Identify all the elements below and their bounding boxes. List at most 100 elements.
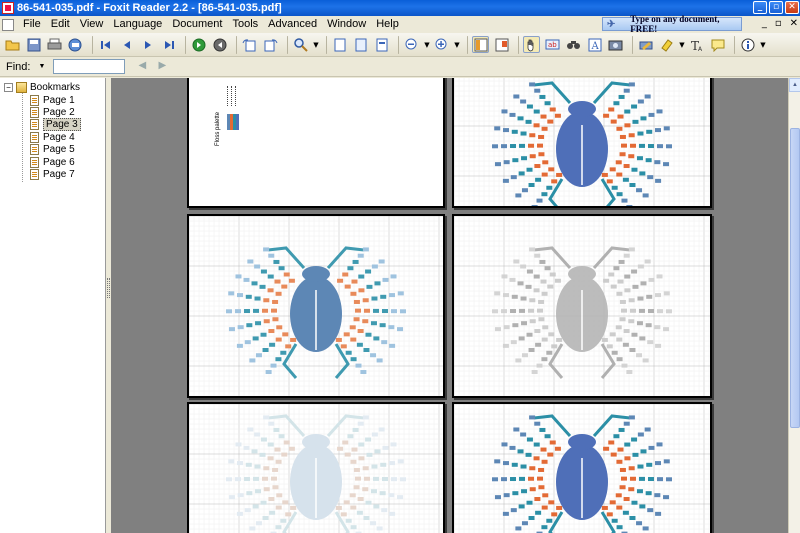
- text-tool-icon[interactable]: TA: [688, 36, 705, 53]
- palette-heading: Floss palette: [215, 111, 221, 146]
- next-page-icon[interactable]: [139, 36, 156, 53]
- zoom-in-icon[interactable]: [433, 36, 450, 53]
- find-previous-icon[interactable]: ◀: [135, 60, 149, 74]
- menu-file[interactable]: File: [18, 16, 46, 33]
- menu-language[interactable]: Language: [108, 16, 167, 33]
- highlight-dropdown-arrow[interactable]: ▼: [679, 36, 685, 53]
- splitter-grip[interactable]: [107, 278, 110, 298]
- bookmark-label: Page 2: [43, 107, 75, 119]
- pen-tool-icon[interactable]: [637, 36, 654, 53]
- find-options-dropdown[interactable]: ▼: [38, 63, 45, 70]
- previous-page-icon[interactable]: [118, 36, 135, 53]
- find-text-icon[interactable]: [565, 36, 582, 53]
- palette-swatches: [227, 86, 241, 138]
- scroll-thumb[interactable]: [790, 128, 800, 428]
- foxit-app-icon[interactable]: [2, 2, 14, 14]
- maximize-button[interactable]: ▫: [769, 1, 783, 14]
- menu-advanced[interactable]: Advanced: [263, 16, 322, 33]
- bookmark-page-4[interactable]: Page 4: [30, 131, 81, 143]
- print-icon[interactable]: [46, 36, 63, 53]
- info-icon[interactable]: [739, 36, 756, 53]
- pdf-page-chart-4: [187, 402, 445, 533]
- find-next-icon[interactable]: ▶: [155, 60, 169, 74]
- actual-size-icon[interactable]: [331, 36, 348, 53]
- select-text-icon[interactable]: ab: [544, 36, 561, 53]
- last-page-icon[interactable]: [160, 36, 177, 53]
- email-icon[interactable]: [67, 36, 84, 53]
- zoom-icon[interactable]: [292, 36, 309, 53]
- rotate-right-icon[interactable]: [262, 36, 279, 53]
- toolbar-separator: [467, 35, 468, 54]
- bookmarks-panel: − Bookmarks Page 1 Page 2 Page 3 Page 4 …: [0, 78, 106, 533]
- bookmark-list: Page 1 Page 2 Page 3 Page 4 Page 5 Page …: [30, 94, 81, 181]
- note-tool-icon[interactable]: [709, 36, 726, 53]
- go-forward-icon[interactable]: [190, 36, 207, 53]
- menu-document[interactable]: Document: [167, 16, 227, 33]
- bookmark-label: Page 6: [43, 156, 75, 168]
- toolbar-separator: [92, 35, 93, 54]
- zoom-out-icon[interactable]: [403, 36, 420, 53]
- pdf-page-chart-1: [452, 78, 712, 208]
- close-button[interactable]: ✕: [785, 1, 799, 14]
- bookmark-page-5[interactable]: Page 5: [30, 144, 81, 156]
- vertical-scrollbar[interactable]: ▲: [788, 78, 800, 533]
- bookmarks-panel-icon[interactable]: [472, 36, 489, 53]
- page-bookmark-icon: [30, 169, 39, 181]
- document-icon[interactable]: [2, 18, 14, 31]
- bookmarks-root[interactable]: − Bookmarks: [4, 82, 80, 93]
- pdf-page-chart-3: [452, 214, 712, 398]
- mdi-restore-button[interactable]: ▫: [775, 18, 782, 29]
- info-dropdown-arrow[interactable]: ▼: [760, 36, 766, 53]
- zoom-in-dropdown-arrow[interactable]: ▼: [454, 36, 460, 53]
- page-bookmark-icon: [30, 107, 39, 119]
- svg-text:ab: ab: [548, 41, 557, 49]
- menu-edit[interactable]: Edit: [46, 16, 75, 33]
- hand-tool-icon[interactable]: [523, 36, 540, 53]
- first-page-icon[interactable]: [97, 36, 114, 53]
- svg-text:A: A: [698, 46, 703, 52]
- document-view[interactable]: Floss palette: [111, 78, 788, 533]
- pdf-page-chart-5: [452, 402, 712, 533]
- window-title: 86-541-035.pdf - Foxit Reader 2.2 - [86-…: [17, 2, 282, 14]
- toolbar-separator: [734, 35, 735, 54]
- toolbar-separator: [185, 35, 186, 54]
- page-bookmark-icon: [30, 156, 39, 168]
- menu-tools[interactable]: Tools: [227, 16, 263, 33]
- bookmark-page-3[interactable]: Page 3: [30, 118, 81, 132]
- snapshot-icon[interactable]: [607, 36, 624, 53]
- menu-window[interactable]: Window: [322, 16, 371, 33]
- toolbar-separator: [632, 35, 633, 54]
- page-bookmark-icon: [30, 144, 39, 156]
- tree-guide-lines: [22, 92, 30, 182]
- fit-page-icon[interactable]: [352, 36, 369, 53]
- ad-banner[interactable]: ✈ Type on any document, FREE!: [602, 14, 742, 34]
- find-input[interactable]: [53, 59, 126, 74]
- highlight-tool-icon[interactable]: [658, 36, 675, 53]
- bookmark-page-7[interactable]: Page 7: [30, 168, 81, 181]
- save-icon[interactable]: [25, 36, 42, 53]
- menu-view[interactable]: View: [75, 16, 109, 33]
- zoom-dropdown-arrow[interactable]: ▼: [313, 36, 319, 53]
- collapse-toggle[interactable]: −: [4, 83, 13, 92]
- minimize-button[interactable]: _: [753, 1, 767, 14]
- svg-text:A: A: [590, 41, 599, 52]
- go-back-icon[interactable]: [211, 36, 228, 53]
- mdi-close-button[interactable]: ✕: [790, 18, 798, 29]
- open-icon[interactable]: [4, 36, 21, 53]
- main-toolbar: ▼ ▼ ▼ ab A ▼ TA ▼: [0, 33, 800, 57]
- fit-width-icon[interactable]: [373, 36, 390, 53]
- toolbar-separator: [236, 35, 237, 54]
- bookmark-page-1[interactable]: Page 1: [30, 94, 81, 106]
- bookmark-label: Page 5: [43, 144, 75, 156]
- bookmarks-root-label: Bookmarks: [30, 82, 81, 93]
- bookmark-page-6[interactable]: Page 6: [30, 156, 81, 168]
- menu-help[interactable]: Help: [371, 16, 404, 33]
- bookmark-page-2[interactable]: Page 2: [30, 106, 81, 119]
- rotate-left-icon[interactable]: [241, 36, 258, 53]
- typewriter-icon[interactable]: A: [586, 36, 603, 53]
- zoom-out-dropdown-arrow[interactable]: ▼: [424, 36, 430, 53]
- thumbnails-panel-icon[interactable]: [493, 36, 510, 53]
- mdi-minimize-button[interactable]: _: [762, 18, 767, 29]
- page-bookmark-icon: [30, 94, 39, 106]
- scroll-up-arrow[interactable]: ▲: [789, 78, 800, 92]
